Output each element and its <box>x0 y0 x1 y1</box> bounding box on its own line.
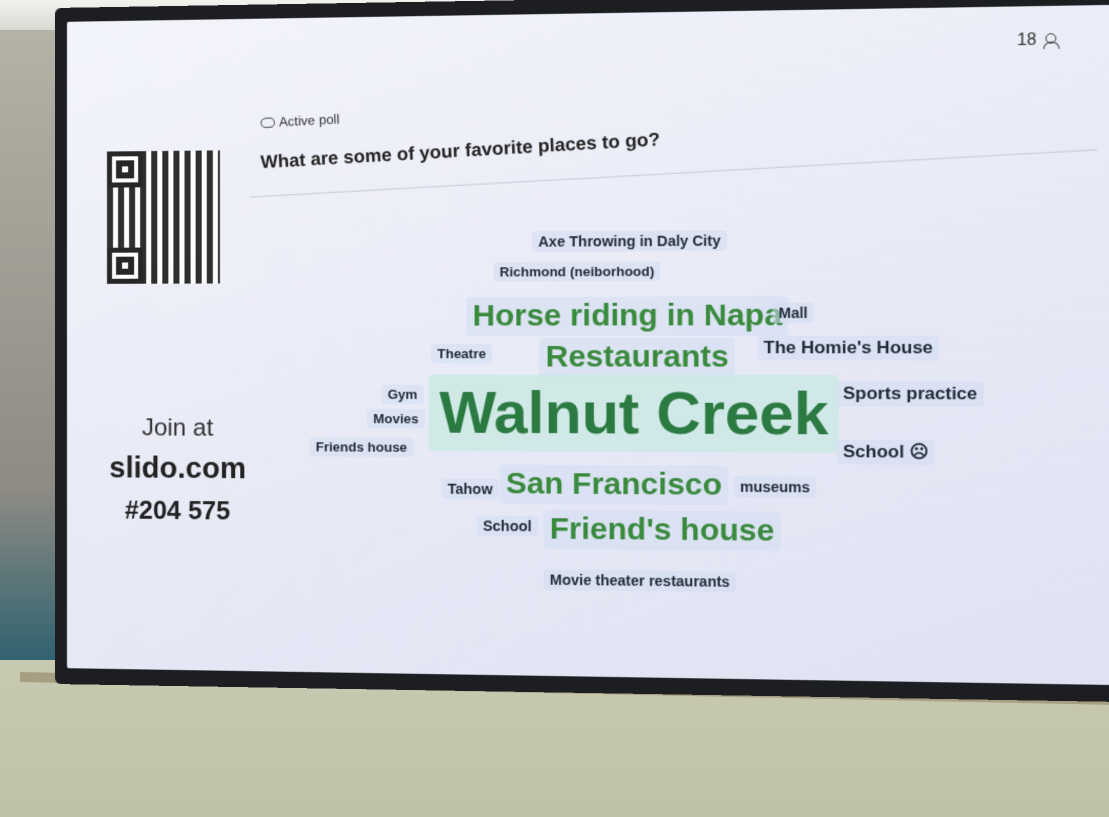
word-cloud: Axe Throwing in Daly City Richmond (neib… <box>67 4 1109 685</box>
word-cloud-item-top: Walnut Creek <box>428 374 840 454</box>
word-cloud-item: Horse riding in Napa <box>466 296 789 336</box>
word-cloud-item: Friend's house <box>543 509 781 552</box>
word-cloud-item: Gym <box>381 384 424 405</box>
word-cloud-item: museums <box>733 476 817 498</box>
word-cloud-item: The Homie's House <box>757 335 940 361</box>
word-cloud-item: Restaurants <box>539 337 736 378</box>
word-cloud-item: Richmond (neiborhood) <box>493 261 661 282</box>
word-cloud-item: Mall <box>772 302 815 324</box>
word-cloud-item: School <box>476 515 538 537</box>
word-cloud-item: Movie theater restaurants <box>543 569 737 593</box>
tv-display: 18 Join at slido.com #204 575 Active pol… <box>55 0 1109 703</box>
word-cloud-item: School ☹ <box>836 439 936 466</box>
slido-poll-screen: 18 Join at slido.com #204 575 Active pol… <box>66 4 1109 686</box>
word-cloud-item: San Francisco <box>499 464 729 506</box>
word-cloud-item: Movies <box>367 408 425 429</box>
word-cloud-item: Sports practice <box>836 381 984 407</box>
word-cloud-item: Tahow <box>441 478 499 500</box>
word-cloud-item: Axe Throwing in Daly City <box>531 230 727 252</box>
word-cloud-item: Theatre <box>431 343 493 364</box>
word-cloud-item: Friends house <box>309 437 414 457</box>
